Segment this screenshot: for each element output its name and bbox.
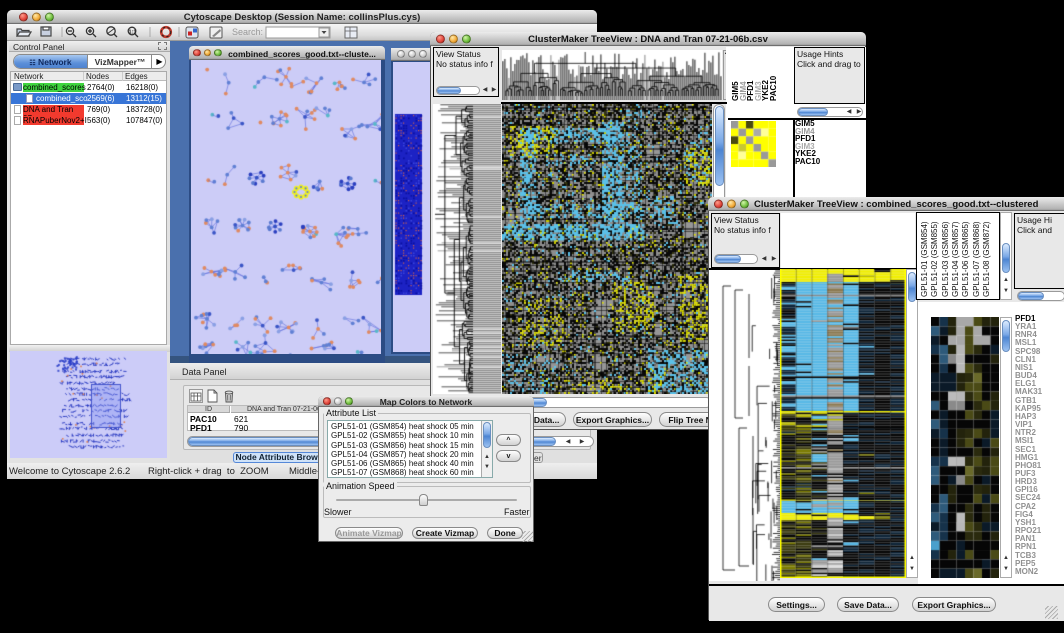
svg-text:Search:: Search:	[232, 27, 263, 37]
svg-text:1:1: 1:1	[129, 29, 137, 35]
